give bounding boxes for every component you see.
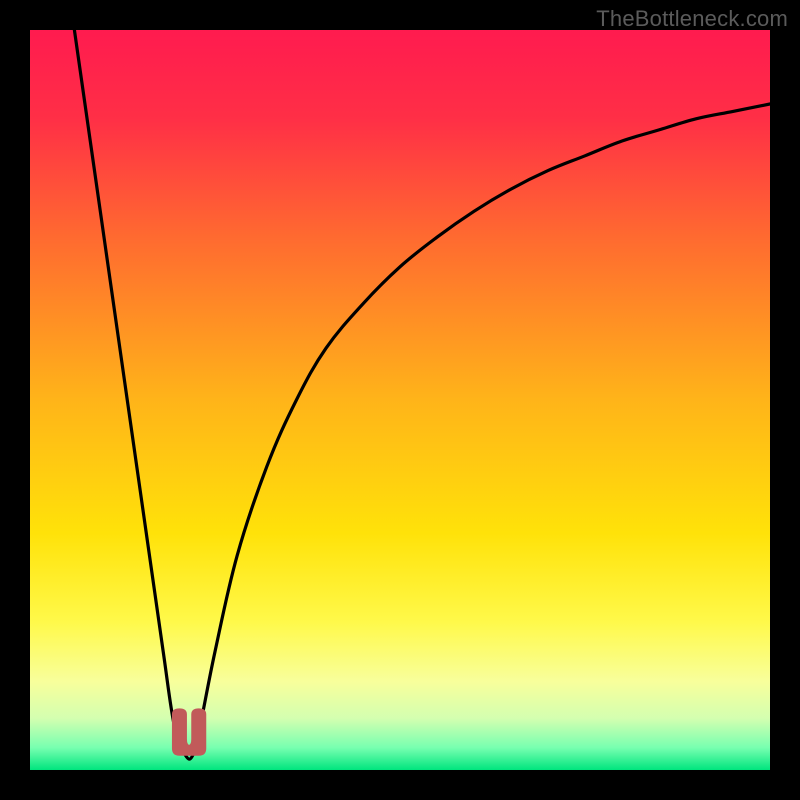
chart-svg — [30, 30, 770, 770]
watermark-text: TheBottleneck.com — [596, 6, 788, 32]
bottleneck-curve — [74, 30, 770, 759]
chart-frame: TheBottleneck.com — [0, 0, 800, 800]
plot-area — [30, 30, 770, 770]
optimal-point-marker — [172, 709, 205, 755]
